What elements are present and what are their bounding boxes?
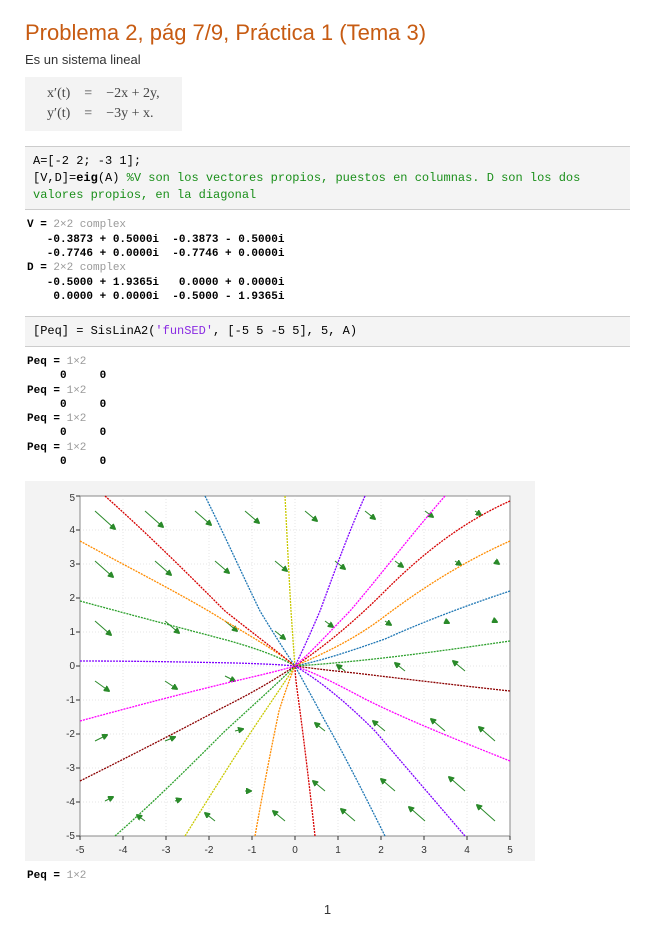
output-block-2: Peq = 1×2 0 0 Peq = 1×2 0 0 Peq = 1×2 0 … [27, 355, 630, 469]
subtitle: Es un sistema lineal [25, 52, 630, 67]
svg-text:3: 3 [421, 845, 427, 856]
svg-text:-4: -4 [66, 797, 75, 808]
eq1-lhs: x′(t) [41, 85, 76, 103]
svg-text:-3: -3 [66, 763, 75, 774]
code-block-1: A=[-2 2; -3 1]; [V,D]=eig(A) %V son los … [25, 146, 630, 210]
svg-text:3: 3 [69, 559, 75, 570]
svg-text:-2: -2 [205, 845, 214, 856]
svg-text:0: 0 [69, 661, 75, 672]
svg-text:2: 2 [378, 845, 384, 856]
svg-text:5: 5 [69, 493, 75, 504]
svg-text:-1: -1 [248, 845, 257, 856]
svg-text:-2: -2 [66, 729, 75, 740]
svg-text:1: 1 [69, 627, 75, 638]
svg-text:4: 4 [464, 845, 470, 856]
eq2-rhs: −3y + x. [100, 105, 165, 123]
svg-text:-5: -5 [76, 845, 85, 856]
svg-text:0: 0 [292, 845, 298, 856]
svg-text:4: 4 [69, 525, 75, 536]
eq2-eq: = [78, 105, 98, 123]
output-block-3: Peq = 1×2 [27, 869, 630, 883]
x-tick-labels: -5 -4 -3 -2 -1 0 1 2 3 4 5 [76, 845, 514, 856]
eq1-eq: = [78, 85, 98, 103]
y-tick-labels: -5 -4 -3 -2 -1 0 1 2 3 4 5 [66, 493, 75, 842]
page-number: 1 [25, 902, 630, 917]
svg-text:1: 1 [335, 845, 341, 856]
svg-text:-3: -3 [162, 845, 171, 856]
page-title: Problema 2, pág 7/9, Práctica 1 (Tema 3) [25, 20, 630, 46]
svg-text:-4: -4 [119, 845, 128, 856]
eq2-lhs: y′(t) [41, 105, 76, 123]
code-block-2: [Peq] = SisLinA2('funSED', [-5 5 -5 5], … [25, 316, 630, 347]
phase-portrait-plot: -5 -4 -3 -2 -1 0 1 2 3 4 5 -5 -4 -3 -2 -1 0 1 2 3 4 5 [25, 481, 535, 861]
svg-text:-5: -5 [66, 831, 75, 842]
svg-text:2: 2 [69, 593, 75, 604]
plot-svg: -5 -4 -3 -2 -1 0 1 2 3 4 5 -5 -4 -3 -2 -1 0 1 2 3 4 5 [25, 481, 535, 861]
eq1-rhs: −2x + 2y, [100, 85, 165, 103]
svg-text:-1: -1 [66, 695, 75, 706]
output-block-1: V = 2×2 complex -0.3873 + 0.5000i -0.387… [27, 218, 630, 304]
equation-block: x′(t) = −2x + 2y, y′(t) = −3y + x. [25, 77, 182, 131]
svg-text:5: 5 [507, 845, 513, 856]
